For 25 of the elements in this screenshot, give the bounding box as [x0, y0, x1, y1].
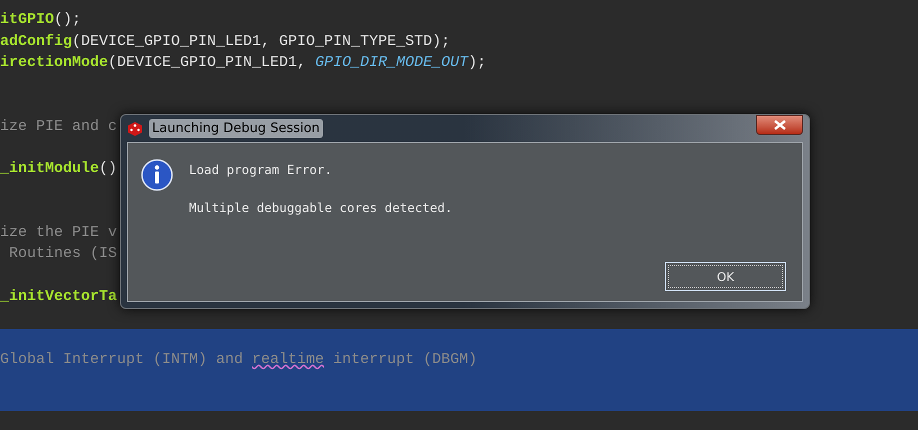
- code-text: (DEVICE_GPIO_PIN_LED1,: [108, 52, 308, 73]
- code-text: irectionMode: [0, 52, 108, 73]
- code-text: itGPIO: [0, 10, 54, 30]
- cube-logo-icon: [127, 120, 143, 136]
- code-text: (DEVICE_GPIO_PIN_LED1, GPIO_PIN_TYPE_STD);: [72, 32, 450, 52]
- code-text: realtime: [252, 350, 324, 370]
- message-text: Multiple debuggable cores detected.: [189, 198, 452, 217]
- message-text: Load program Error.: [189, 161, 333, 179]
- code-text: ();: [54, 10, 82, 30]
- code-text: ize PIE and c: [0, 116, 118, 137]
- info-icon: [141, 159, 173, 191]
- close-button[interactable]: [756, 115, 803, 135]
- code-text: Routines (IS: [8, 244, 118, 264]
- code-text: interrupt (DBGM): [332, 350, 478, 370]
- code-text: ize the PIE v: [0, 222, 118, 243]
- code-text: _initModule: [0, 159, 100, 180]
- code-text: Global Interrupt (INTM) and: [0, 350, 244, 370]
- code-text: (): [99, 159, 118, 180]
- code-text: GPIO_DIR_MODE_OUT: [315, 52, 468, 73]
- close-icon: [774, 120, 786, 130]
- ok-button[interactable]: OK: [665, 262, 786, 291]
- code-text: adConfig: [0, 32, 72, 52]
- window-title: Launching Debug Session: [149, 118, 323, 138]
- code-text: _initVectorTa: [0, 286, 118, 307]
- code-text: );: [468, 52, 486, 73]
